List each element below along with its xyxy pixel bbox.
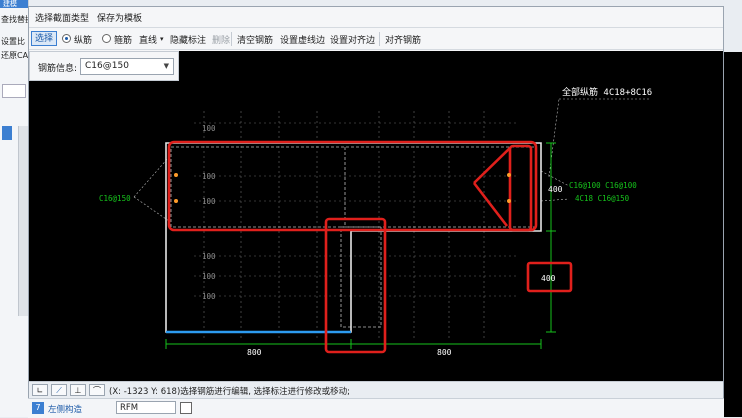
row-checkbox[interactable] bbox=[180, 402, 192, 414]
delete-button[interactable]: 删除 bbox=[212, 33, 230, 46]
bg-label-set: 设置比 bbox=[1, 37, 25, 46]
dim-800-right[interactable]: 800 bbox=[437, 348, 452, 357]
hide-label-button[interactable]: 隐藏标注 bbox=[170, 33, 206, 46]
total-rebar-label[interactable]: 全部纵筋 4C18+8C16 bbox=[562, 86, 652, 98]
grid-dim-label: 100 bbox=[202, 272, 216, 281]
menu-bar: 选择截面类型 保存为模板 bbox=[29, 7, 723, 28]
grid-dim-label: 100 bbox=[202, 172, 216, 181]
ortho-snap-icon[interactable]: ∟ bbox=[32, 384, 48, 396]
stirrup-label[interactable]: 箍筋 bbox=[114, 33, 132, 46]
left-stirrup-note[interactable]: C16@150 bbox=[99, 194, 131, 203]
status-bar: ∟ ⟋ ⊥ ⌒ (X: -1323 Y: 618)选择钢筋进行编辑, 选择标注进… bbox=[29, 381, 723, 398]
rebar-info-value: C16@150 bbox=[85, 61, 129, 71]
section-editor-dialog: 选择截面类型 保存为模板 选择 纵筋 箍筋 直线 ▾ 隐藏标注 删除 清空钢筋 … bbox=[28, 6, 724, 398]
longitudinal-radio[interactable] bbox=[62, 34, 71, 43]
rebar-info-select[interactable]: C16@150 ▼ bbox=[80, 58, 174, 75]
set-dashed-edge-button[interactable]: 设置虚线边 bbox=[280, 33, 325, 46]
chevron-down-icon[interactable]: ▾ bbox=[160, 35, 164, 43]
grid-dim-label: 100 bbox=[202, 252, 216, 261]
right-stirrup-note-2[interactable]: 4C18 C16@150 bbox=[575, 194, 630, 203]
background-bottom-row: 7 左侧构造 RFM bbox=[28, 398, 724, 418]
status-text: (X: -1323 Y: 618)选择钢筋进行编辑, 选择标注进行修改或移动; bbox=[109, 387, 351, 397]
clear-rebar-button[interactable]: 清空钢筋 bbox=[237, 33, 273, 46]
menu-select-section-type[interactable]: 选择截面类型 bbox=[35, 11, 89, 24]
bg-side-icon bbox=[2, 126, 12, 140]
right-stirrup-note-1[interactable]: C16@100 C16@100 bbox=[569, 181, 637, 190]
drawing-canvas[interactable]: 全部纵筋 4C18+8C16 C16@150 C16@100 C16@100 4… bbox=[29, 51, 723, 381]
stirrup-radio[interactable] bbox=[102, 34, 111, 43]
toolbar: 选择 纵筋 箍筋 直线 ▾ 隐藏标注 删除 清空钢筋 设置虚线边 设置对齐边 对… bbox=[29, 29, 723, 50]
dim-400-top[interactable]: 400 bbox=[548, 185, 563, 194]
rebar-info-label: 钢筋信息: bbox=[38, 64, 78, 74]
bg-label-restore: 还原CA bbox=[1, 51, 28, 60]
bg-label-find: 查找替换 bbox=[1, 15, 28, 24]
set-align-edge-button[interactable]: 设置对齐边 bbox=[330, 33, 375, 46]
rebar-info-panel: 钢筋信息: C16@150 ▼ bbox=[29, 51, 179, 81]
bg-right-strip bbox=[724, 0, 742, 52]
background-right-canvas bbox=[724, 0, 742, 417]
row-index-badge: 7 bbox=[32, 402, 44, 414]
drawing-annotations: 全部纵筋 4C18+8C16 C16@150 C16@100 C16@100 4… bbox=[99, 86, 652, 357]
bg-combo[interactable] bbox=[2, 84, 26, 98]
background-left-panel: 建模 查找替换 设置比 还原CA bbox=[0, 0, 29, 417]
dim-800-left[interactable]: 800 bbox=[247, 348, 262, 357]
background-tab: 建模 bbox=[0, 0, 28, 8]
align-rebar-button[interactable]: 对齐钢筋 bbox=[385, 33, 421, 46]
select-button[interactable]: 选择 bbox=[31, 31, 57, 46]
grid-dim-label: 100 bbox=[202, 197, 216, 206]
toolbar-separator bbox=[379, 32, 380, 46]
longitudinal-label[interactable]: 纵筋 bbox=[74, 33, 92, 46]
dim-400-bottom[interactable]: 400 bbox=[541, 274, 556, 283]
tangent-icon[interactable]: ⌒ bbox=[89, 384, 105, 396]
bg-scrollbar[interactable] bbox=[18, 126, 28, 316]
row-name[interactable]: 左侧构造 bbox=[48, 403, 82, 415]
chevron-down-icon: ▼ bbox=[163, 62, 169, 70]
grid-dim-label: 100 bbox=[202, 292, 216, 301]
toolbar-separator bbox=[231, 32, 232, 46]
grid-dim-label: 100 bbox=[202, 124, 216, 133]
line-dropdown[interactable]: 直线 bbox=[139, 33, 157, 46]
menu-save-as-template[interactable]: 保存为模板 bbox=[97, 11, 142, 24]
angle-snap-icon[interactable]: ⟋ bbox=[51, 384, 67, 396]
perpendicular-icon[interactable]: ⊥ bbox=[70, 384, 86, 396]
row-value-field[interactable]: RFM bbox=[116, 401, 176, 414]
